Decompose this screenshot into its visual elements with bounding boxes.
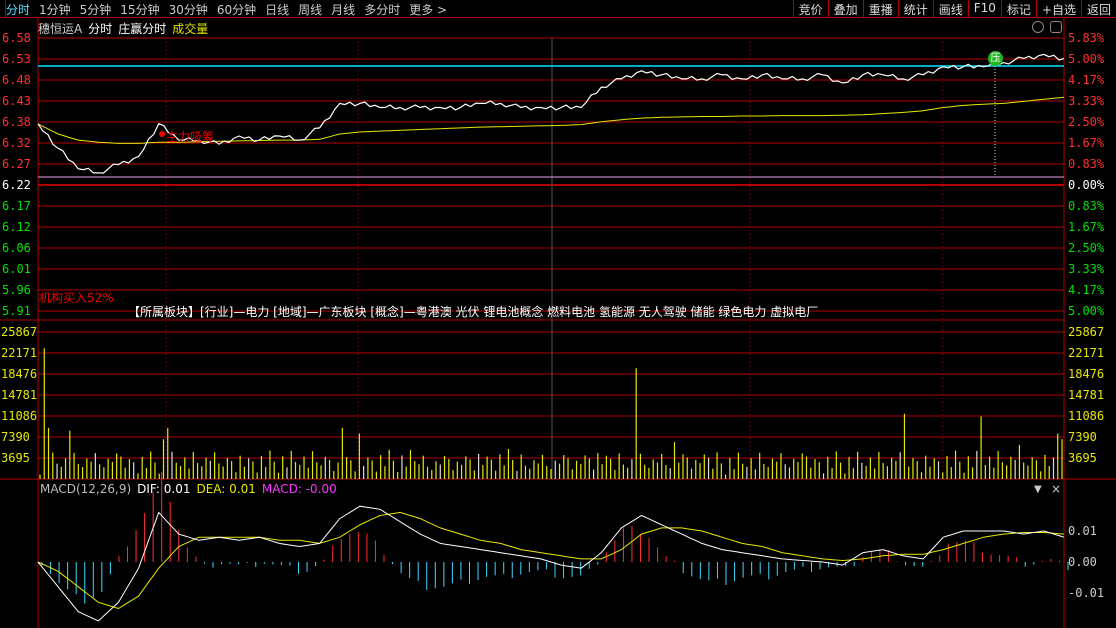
price-tick: 6.12: [2, 220, 31, 234]
dif-line: [37, 505, 1065, 622]
percent-tick: 0.83%: [1068, 199, 1105, 213]
percent-tick: 2.50%: [1068, 241, 1105, 255]
price-line: [37, 53, 1065, 174]
percent-tick: 1.67%: [1068, 220, 1105, 234]
macd-dif: DIF: 0.01: [137, 482, 191, 496]
dea-line: [37, 511, 1065, 610]
price-tick: 6.22: [2, 178, 31, 192]
percent-tick: 0.00%: [1068, 178, 1105, 192]
volume-tick: 11086: [1, 409, 38, 423]
percent-tick: 3.33%: [1068, 262, 1105, 276]
macd-tick: 0.01: [1068, 524, 1097, 538]
price-tick: 6.43: [2, 94, 31, 108]
signal-dot: [159, 131, 165, 137]
sector-concepts: 【所属板块】[行业]—电力 [地域]—广东板块 [概念]—粤港澳 光伏 锂电池概…: [128, 305, 819, 319]
percent-tick: 0.83%: [1068, 157, 1105, 171]
macd-title: MACD(12,26,9): [40, 482, 132, 496]
price-tick: 6.53: [2, 52, 31, 66]
price-tick: 6.27: [2, 157, 31, 171]
volume-tick: 25867: [1068, 325, 1105, 339]
volume-tick: 22171: [1068, 346, 1105, 360]
macd-tick: 0.00: [1068, 555, 1097, 569]
volume-tick: 7390: [1068, 430, 1097, 444]
volume-tick: 14781: [1, 388, 38, 402]
price-tick: 6.32: [2, 136, 31, 150]
price-tick: 6.38: [2, 115, 31, 129]
percent-tick: 5.00%: [1068, 52, 1105, 66]
macd-header: MACD(12,26,9) DIF: 0.01 DEA: 0.01 MACD: …: [40, 482, 337, 496]
volume-tick: 3695: [1, 451, 30, 465]
percent-tick: 5.00%: [1068, 304, 1105, 318]
volume-tick: 18476: [1068, 367, 1105, 381]
volume-tick: 25867: [1, 325, 38, 339]
percent-tick: 4.17%: [1068, 283, 1105, 297]
price-tick: 6.48: [2, 73, 31, 87]
volume-tick: 11086: [1068, 409, 1105, 423]
resistance-badge[interactable]: 压: [988, 51, 1003, 66]
percent-tick: 1.67%: [1068, 136, 1105, 150]
volume-tick: 22171: [1, 346, 38, 360]
macd-tick: -0.01: [1068, 586, 1105, 600]
percent-tick: 5.83%: [1068, 31, 1105, 45]
percent-tick: 3.33%: [1068, 94, 1105, 108]
volume-tick: 14781: [1068, 388, 1105, 402]
price-tick: 6.06: [2, 241, 31, 255]
price-tick: 6.58: [2, 31, 31, 45]
main-force-label: 主力吸筹: [166, 130, 215, 144]
volume-tick: 7390: [1, 430, 30, 444]
volume-tick: 18476: [1, 367, 38, 381]
percent-tick: 2.50%: [1068, 115, 1105, 129]
institution-buy-label: 机构买入52%: [39, 291, 114, 305]
volume-tick: 3695: [1068, 451, 1097, 465]
price-tick: 6.01: [2, 262, 31, 276]
price-tick: 6.17: [2, 199, 31, 213]
price-tick: 5.91: [2, 304, 31, 318]
close-icon[interactable]: ×: [1051, 482, 1061, 496]
macd-dea: DEA: 0.01: [196, 482, 256, 496]
macd-value: MACD: -0.00: [261, 482, 337, 496]
dropdown-icon[interactable]: ▼: [1034, 484, 1042, 495]
percent-tick: 4.17%: [1068, 73, 1105, 87]
price-tick: 5.96: [2, 283, 31, 297]
